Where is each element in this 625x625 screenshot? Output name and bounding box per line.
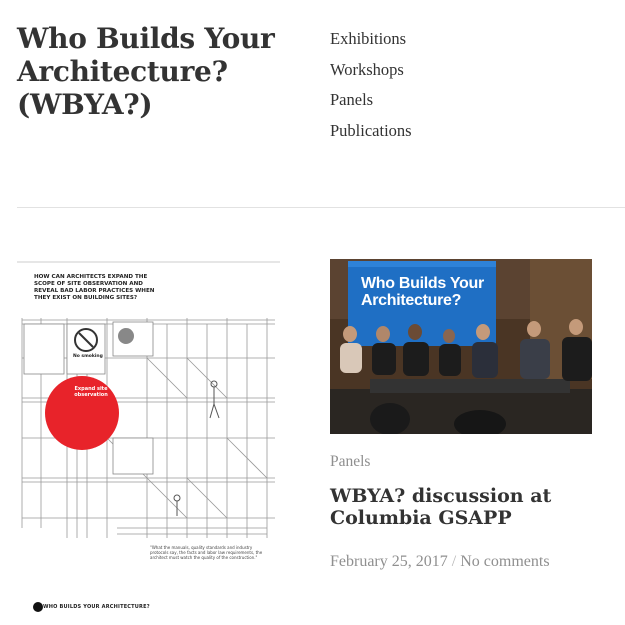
nav-item-panels[interactable]: Panels — [330, 85, 412, 116]
projected-title: Who Builds Your Architecture? — [361, 275, 484, 309]
post-category[interactable]: Panels — [330, 453, 370, 471]
poster-question: How can architects expand the scope of s… — [34, 274, 155, 301]
nav-item-publications[interactable]: Publications — [330, 116, 412, 147]
post-image[interactable]: Who Builds Your Architecture? — [330, 259, 592, 434]
poster-quote: "What the manuals, quality standards and… — [150, 545, 263, 560]
comments-link[interactable]: No comments — [460, 553, 549, 570]
poster-circle-text: Expand site observation — [74, 386, 108, 398]
nav-item-exhibitions[interactable]: Exhibitions — [330, 24, 412, 55]
poster-brand: WHO BUILDS YOUR ARCHITECTURE? — [43, 604, 150, 610]
poster-sign-text: No smoking — [73, 354, 103, 359]
site-title[interactable]: Who Builds Your Architecture? (WBYA?) — [17, 22, 307, 121]
header-divider — [17, 207, 625, 208]
nav-item-workshops[interactable]: Workshops — [330, 55, 412, 86]
scaffold-drawing — [17, 261, 280, 612]
meta-separator: / — [451, 553, 457, 570]
post-title[interactable]: WBYA? discussion at Columbia GSAPP — [330, 485, 600, 529]
main-nav: Exhibitions Workshops Panels Publication… — [330, 24, 412, 146]
poster-image[interactable]: How can architects expand the scope of s… — [17, 258, 280, 625]
post-date[interactable]: February 25, 2017 — [330, 553, 448, 570]
post-meta: February 25, 2017/No comments — [330, 553, 550, 571]
